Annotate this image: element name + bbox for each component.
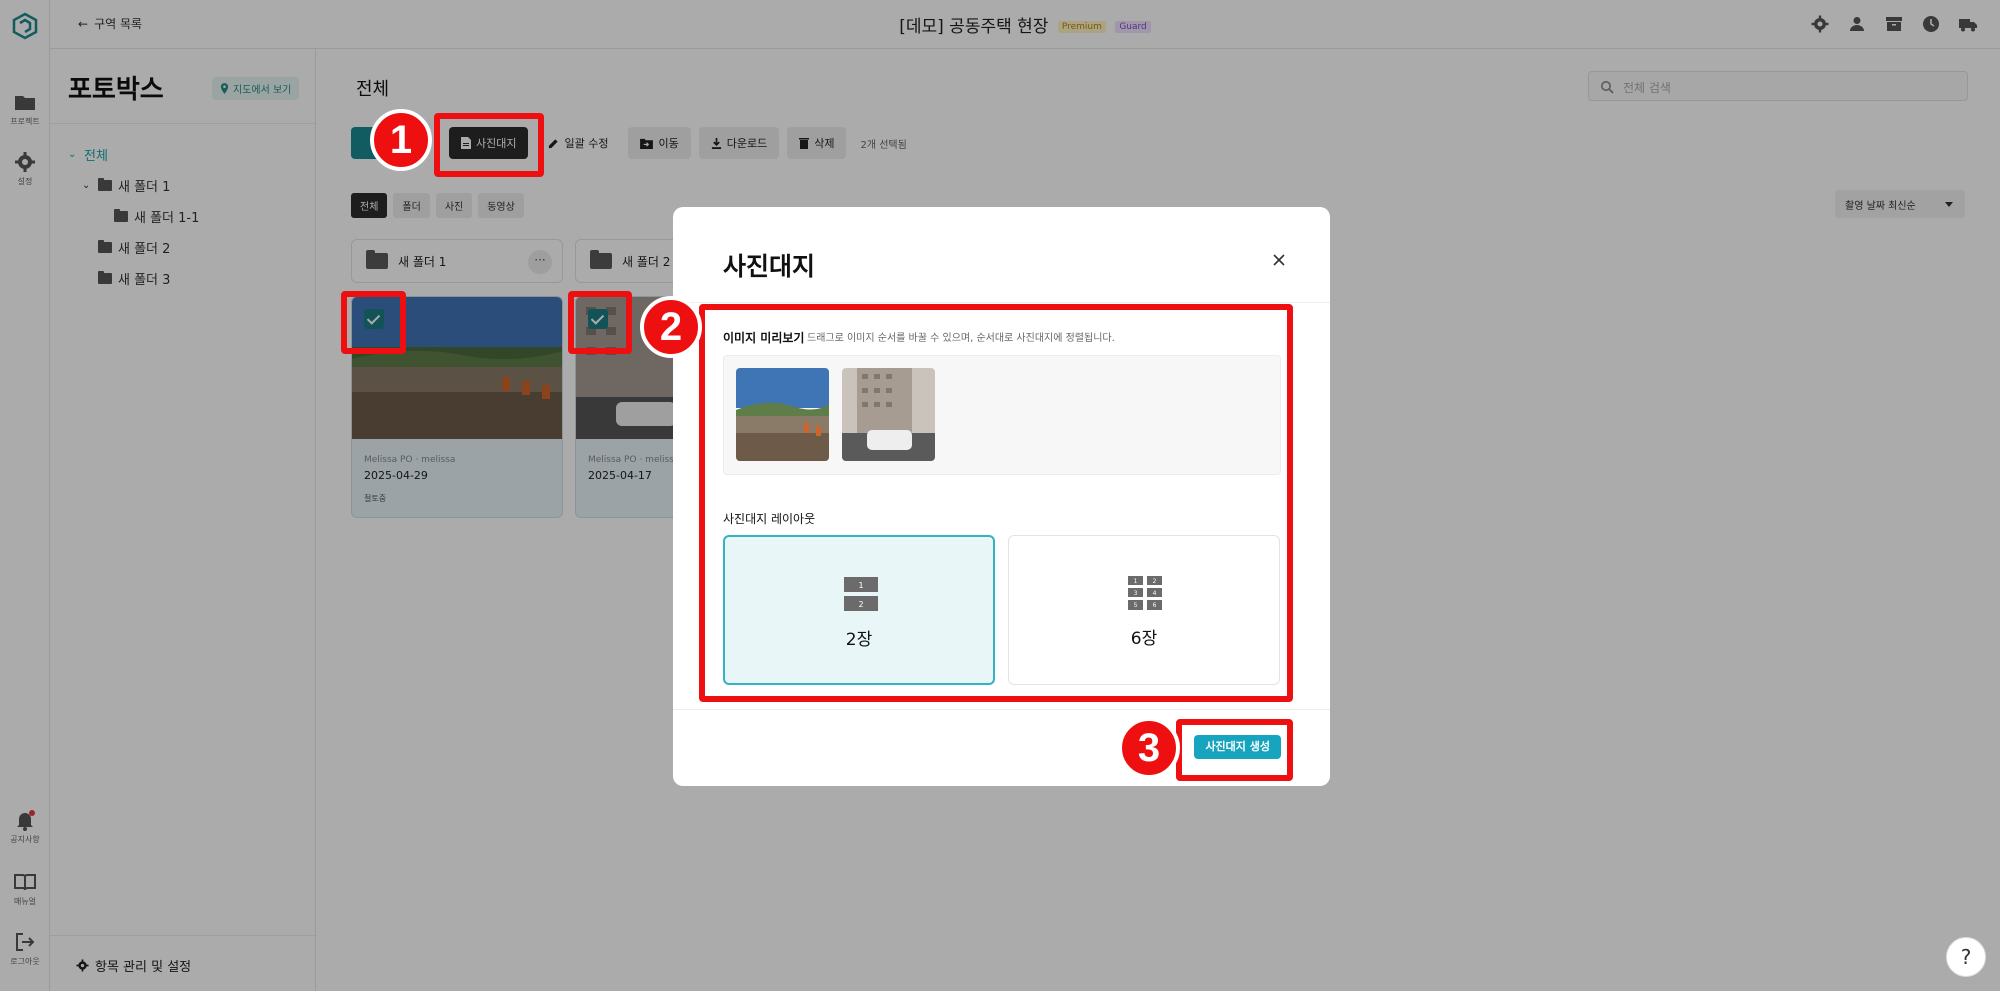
annotation-box-1 xyxy=(434,113,544,177)
close-icon[interactable] xyxy=(1272,253,1286,267)
divider xyxy=(673,709,1330,710)
help-button[interactable]: ? xyxy=(1946,937,1986,977)
annotation-box-checkbox-1 xyxy=(341,291,406,354)
annotation-box-3 xyxy=(1176,719,1293,781)
annotation-box-2 xyxy=(699,304,1293,702)
annotation-step-2: 2 xyxy=(640,296,702,358)
modal-title: 사진대지 xyxy=(723,252,816,281)
annotation-box-checkbox-2 xyxy=(568,291,632,354)
divider xyxy=(673,302,1330,303)
annotation-step-3: 3 xyxy=(1118,717,1180,779)
annotation-step-1: 1 xyxy=(370,109,432,171)
